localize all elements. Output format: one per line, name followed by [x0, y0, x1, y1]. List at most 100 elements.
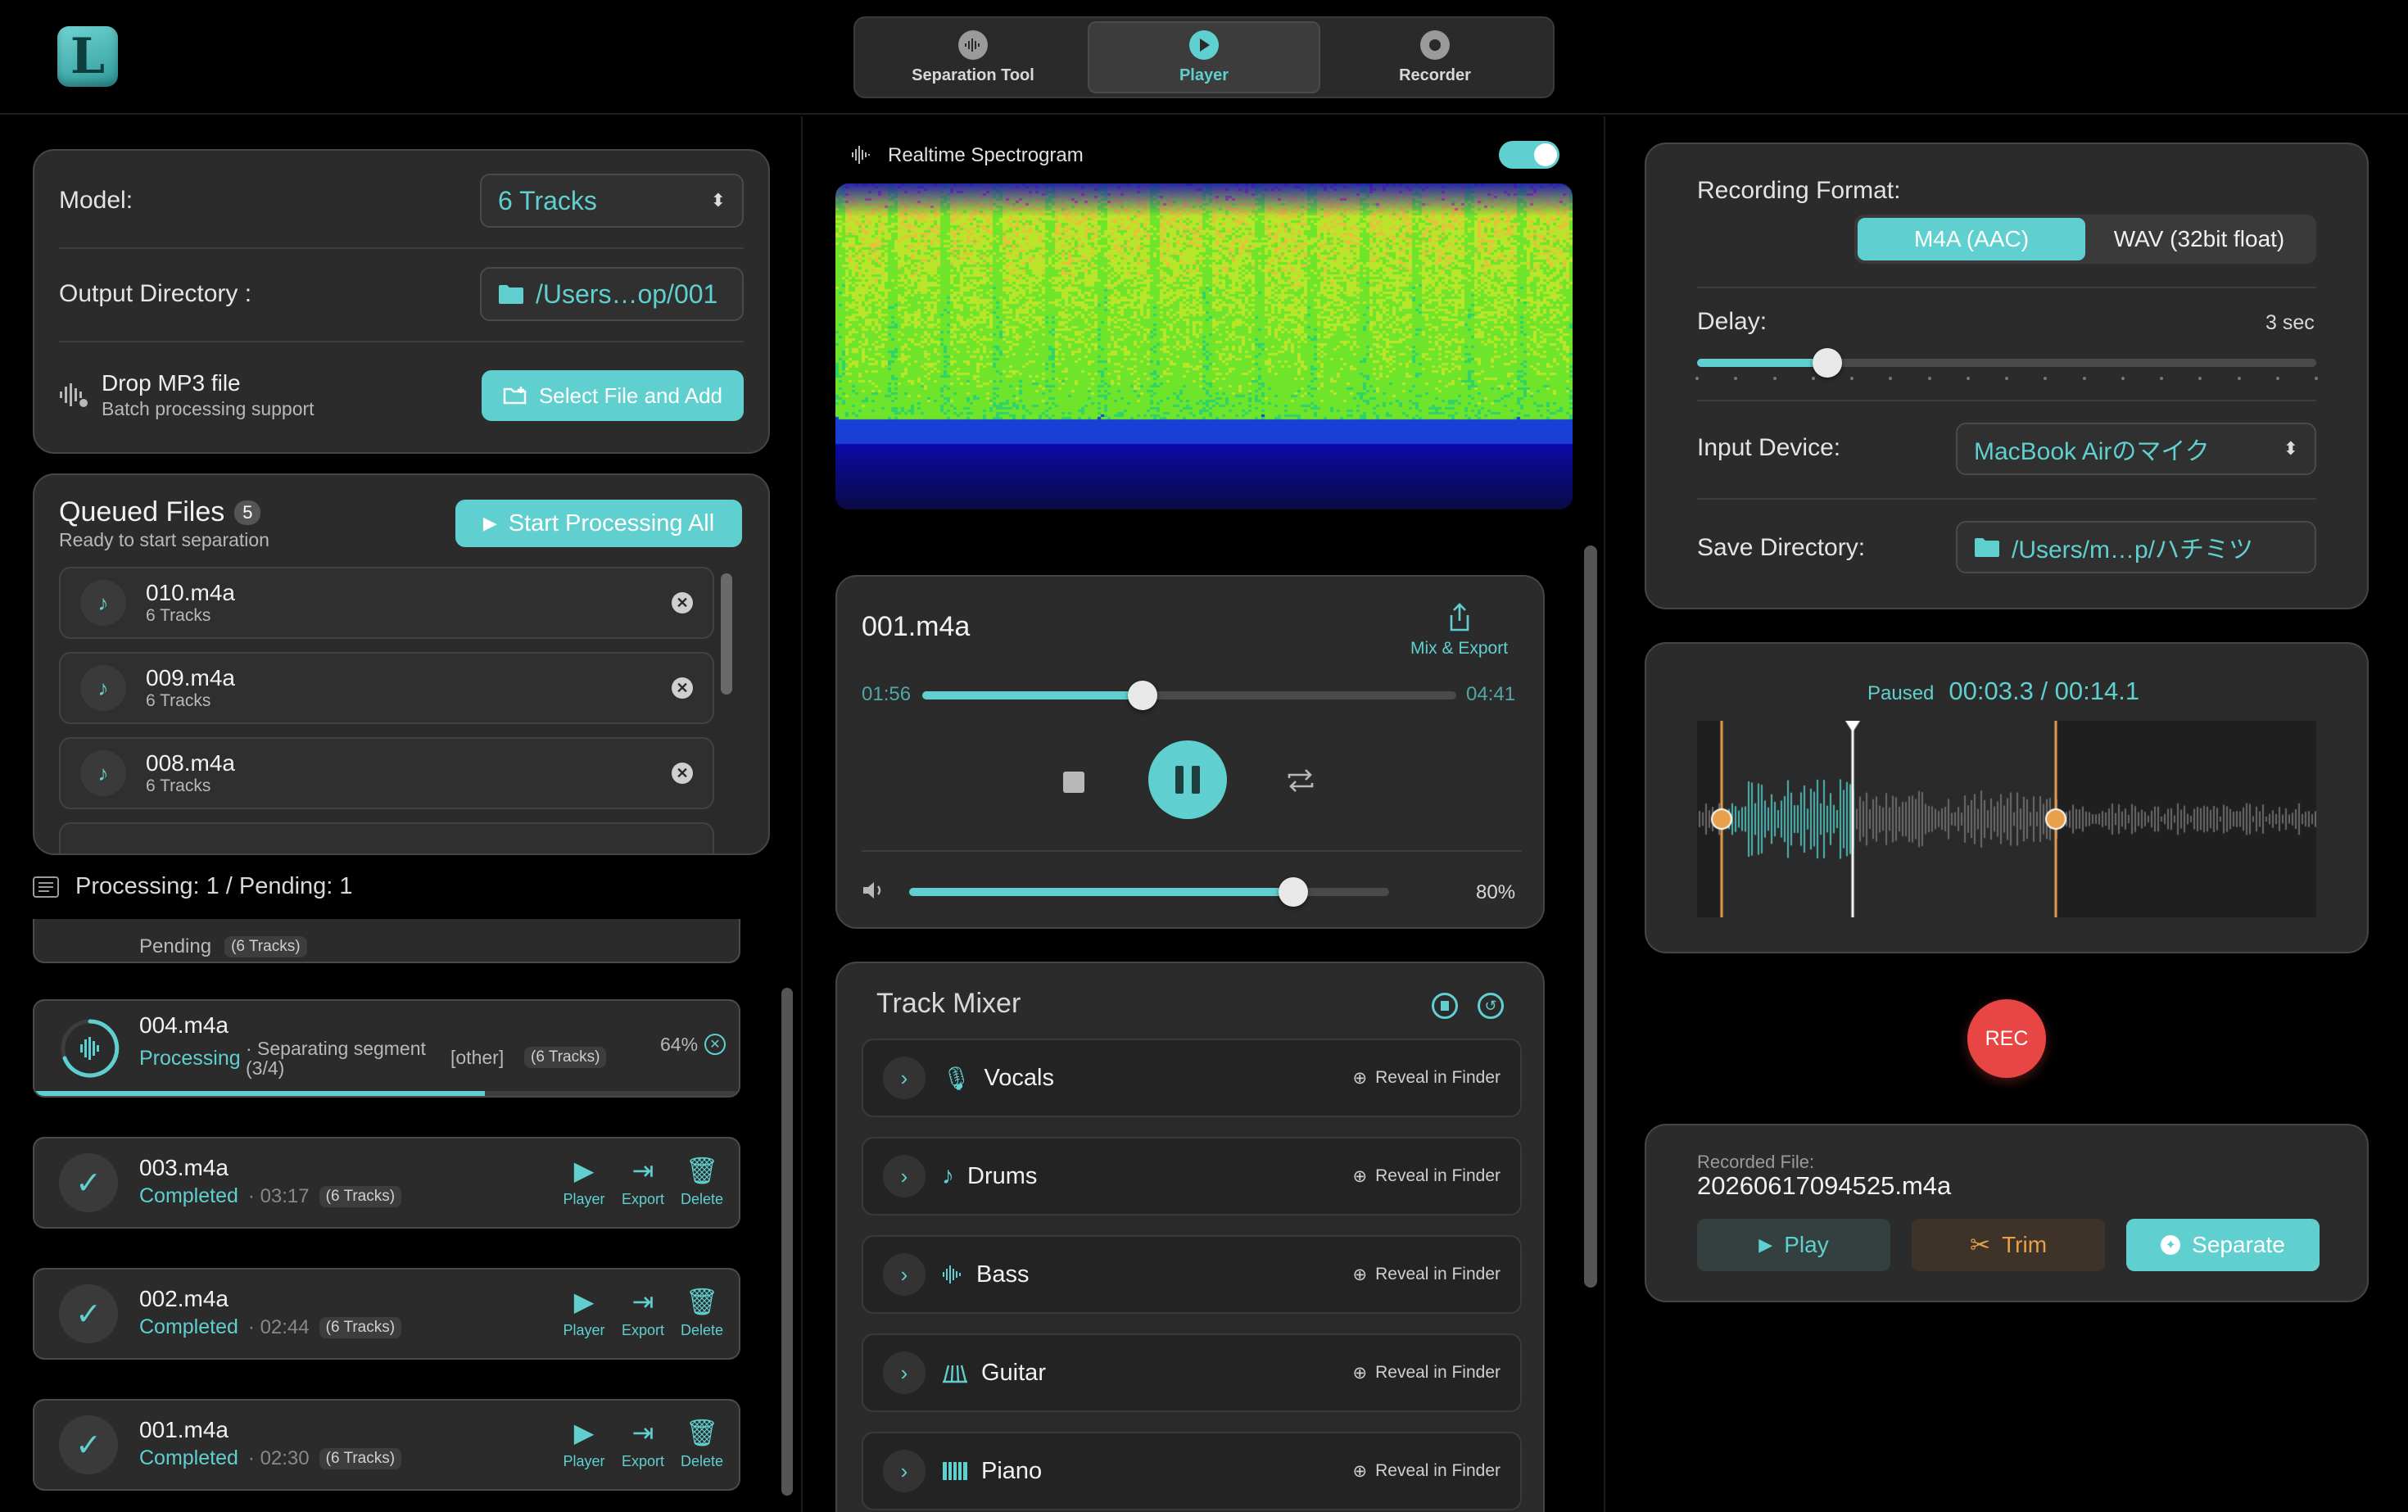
- music-note-icon: ♪: [80, 580, 126, 626]
- save-directory-value: /Users/m…p/ハチミツ: [2012, 536, 2254, 564]
- chevron-right-icon[interactable]: ›: [883, 1155, 926, 1197]
- queue-item-partial: [59, 822, 714, 853]
- queue-item[interactable]: ♪ 010.m4a 6 Tracks ✕: [59, 567, 714, 639]
- processing-spinner-icon: [61, 1019, 120, 1078]
- volume-value: 80%: [1476, 881, 1516, 903]
- player-panel: 001.m4a Mix & Export 01:56 04:41 80%: [835, 575, 1545, 929]
- player-button[interactable]: ▶ Player: [555, 1155, 613, 1208]
- stop-icon[interactable]: [1063, 772, 1084, 793]
- volume-knob[interactable]: [1278, 877, 1308, 907]
- queue-item[interactable]: ♪ 008.m4a 6 Tracks ✕: [59, 737, 714, 809]
- wave-time: 00:03.3 / 00:14.1: [1949, 677, 2140, 705]
- chevron-right-icon[interactable]: ›: [883, 1351, 926, 1394]
- spectrogram-title: Realtime Spectrogram: [888, 144, 1084, 166]
- divider: [1697, 400, 2316, 401]
- remove-icon[interactable]: ✕: [672, 677, 693, 699]
- waveform-display[interactable]: [1697, 721, 2316, 917]
- track-row-bass[interactable]: › Bass ⊕ Reveal in Finder: [862, 1235, 1522, 1314]
- delete-button[interactable]: 🗑 Delete: [673, 1286, 731, 1339]
- processing-list: Pending (6 Tracks) 004.m4a Processing · …: [0, 919, 799, 1512]
- reveal-in-finder-button[interactable]: ⊕ Reveal in Finder: [1352, 1068, 1500, 1089]
- input-device-value: MacBook Airのマイク: [1974, 438, 2210, 465]
- export-button[interactable]: ⇥ Export: [614, 1155, 672, 1208]
- queue-scrollbar[interactable]: [721, 573, 732, 695]
- pause-button[interactable]: [1148, 740, 1227, 819]
- separate-button[interactable]: ✦ Separate: [2126, 1219, 2320, 1271]
- play-recording-label: Play: [1784, 1232, 1829, 1257]
- track-row-vocals[interactable]: › 🎙 Vocals ⊕ Reveal in Finder: [862, 1039, 1522, 1117]
- processing-scrollbar[interactable]: [781, 988, 793, 1496]
- job-completed[interactable]: ✓ 003.m4a Completed · 03:17 (6 Tracks) ▶…: [33, 1137, 740, 1229]
- cancel-icon[interactable]: ✕: [704, 1034, 726, 1055]
- format-option-wav[interactable]: WAV (32bit float): [2085, 218, 2313, 260]
- start-processing-button[interactable]: ▶ Start Processing All: [455, 500, 742, 547]
- chevron-right-icon[interactable]: ›: [883, 1057, 926, 1099]
- folder-add-icon: [503, 387, 527, 405]
- track-row-drums[interactable]: › ♪ Drums ⊕ Reveal in Finder: [862, 1137, 1522, 1215]
- repeat-icon[interactable]: [1284, 767, 1317, 794]
- middle-scrollbar[interactable]: [1584, 545, 1597, 1288]
- job-pending[interactable]: Pending (6 Tracks): [33, 919, 740, 963]
- reveal-in-finder-button[interactable]: ⊕ Reveal in Finder: [1352, 1166, 1500, 1187]
- divider: [59, 247, 744, 249]
- reveal-in-finder-button[interactable]: ⊕ Reveal in Finder: [1352, 1363, 1500, 1383]
- job-completed[interactable]: ✓ 001.m4a Completed · 02:30 (6 Tracks) ▶…: [33, 1399, 740, 1491]
- delay-slider[interactable]: [1695, 348, 2318, 380]
- tab-player[interactable]: Player: [1088, 21, 1320, 93]
- reset-icon[interactable]: ↺: [1478, 993, 1504, 1019]
- output-directory-field[interactable]: /Users…op/001: [480, 267, 744, 321]
- queue-item[interactable]: ♪ 009.m4a 6 Tracks ✕: [59, 652, 714, 724]
- bookmark-icon[interactable]: [1432, 993, 1458, 1019]
- job-processing[interactable]: 004.m4a Processing · Separating segment …: [33, 999, 740, 1098]
- queue-count-badge: 5: [234, 500, 261, 525]
- volume-slider[interactable]: [909, 877, 1389, 907]
- queue-item-name: 009.m4a: [146, 665, 235, 690]
- export-button[interactable]: ⇥ Export: [614, 1286, 672, 1339]
- trim-button[interactable]: ✂ Trim: [1912, 1219, 2105, 1271]
- select-file-button[interactable]: Select File and Add: [482, 370, 744, 421]
- spectrogram-icon: [852, 146, 870, 164]
- model-select[interactable]: 6 Tracks ⬍: [480, 174, 744, 228]
- player-button[interactable]: ▶ Player: [555, 1286, 613, 1339]
- delete-button[interactable]: 🗑 Delete: [673, 1417, 731, 1470]
- input-device-select[interactable]: MacBook Airのマイク ⬍: [1956, 423, 2316, 475]
- chevron-right-icon[interactable]: ›: [883, 1253, 926, 1296]
- job-status: Completed: [139, 1446, 238, 1469]
- play-recording-button[interactable]: ▶ Play: [1697, 1219, 1890, 1271]
- track-mixer-title: Track Mixer: [876, 988, 1021, 1019]
- job-progress-track: [34, 1091, 739, 1096]
- job-completed[interactable]: ✓ 002.m4a Completed · 02:44 (6 Tracks) ▶…: [33, 1268, 740, 1360]
- mix-export-button[interactable]: Mix & Export: [1410, 603, 1508, 659]
- track-row-guitar[interactable]: › Guitar ⊕ Reveal in Finder: [862, 1333, 1522, 1412]
- select-file-label: Select File and Add: [538, 383, 723, 408]
- recorded-file-label: Recorded File:: [1697, 1152, 1815, 1172]
- seek-bar[interactable]: [922, 681, 1456, 710]
- remove-icon[interactable]: ✕: [672, 763, 693, 784]
- track-name: Drums: [967, 1162, 1038, 1189]
- seek-knob[interactable]: [1128, 681, 1158, 710]
- reveal-in-finder-button[interactable]: ⊕ Reveal in Finder: [1352, 1461, 1500, 1482]
- delay-knob[interactable]: [1812, 348, 1842, 378]
- reveal-icon: ⊕: [1352, 1461, 1368, 1481]
- tab-separation-tool[interactable]: Separation Tool: [858, 21, 1088, 93]
- reveal-in-finder-button[interactable]: ⊕ Reveal in Finder: [1352, 1265, 1500, 1285]
- remove-icon[interactable]: ✕: [672, 592, 693, 613]
- job-tracks: (6 Tracks): [224, 936, 307, 957]
- input-device-label: Input Device:: [1697, 434, 1841, 461]
- delay-value: 3 sec: [2265, 311, 2315, 334]
- track-row-piano[interactable]: › Piano ⊕ Reveal in Finder: [862, 1432, 1522, 1510]
- spectrogram-toggle[interactable]: [1499, 141, 1559, 169]
- player-button[interactable]: ▶ Player: [555, 1417, 613, 1470]
- track-name: Piano: [981, 1457, 1043, 1484]
- delete-button[interactable]: 🗑 Delete: [673, 1155, 731, 1208]
- format-option-m4a[interactable]: M4A (AAC): [1858, 218, 2085, 260]
- export-label: Export: [621, 1322, 665, 1338]
- save-directory-field[interactable]: /Users/m…p/ハチミツ: [1956, 521, 2316, 573]
- tab-recorder[interactable]: Recorder: [1320, 21, 1550, 93]
- export-button[interactable]: ⇥ Export: [614, 1417, 672, 1470]
- rec-button[interactable]: REC: [1967, 999, 2046, 1078]
- player-file-name: 001.m4a: [862, 611, 971, 642]
- chevron-right-icon[interactable]: ›: [883, 1450, 926, 1492]
- reveal-icon: ⊕: [1352, 1166, 1368, 1186]
- separation-settings-panel: Model: 6 Tracks ⬍ Output Directory : /Us…: [33, 149, 770, 454]
